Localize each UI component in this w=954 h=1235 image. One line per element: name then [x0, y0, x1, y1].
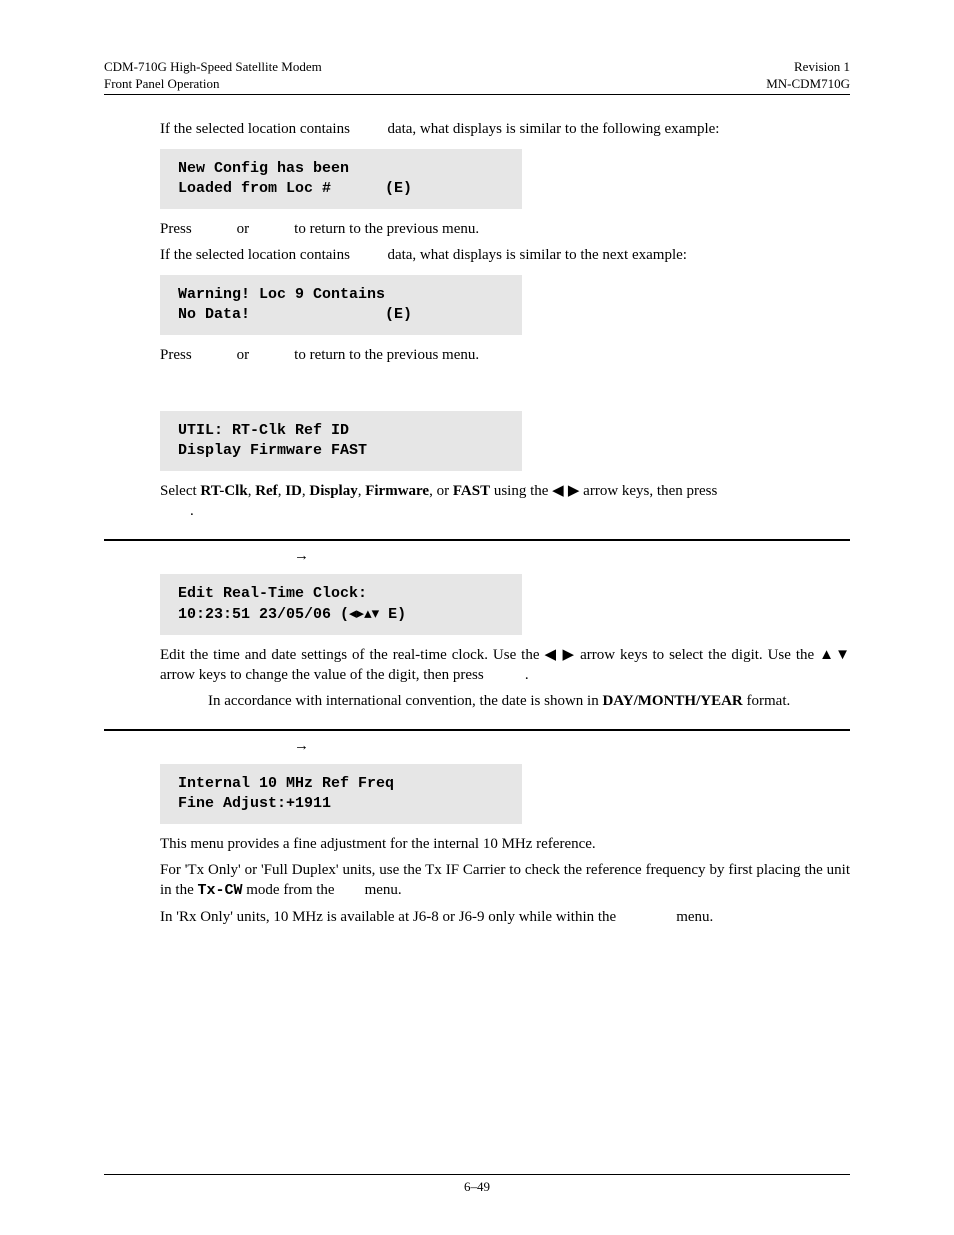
page-number: 6–49	[0, 1179, 954, 1195]
lcd-box-warning: Warning! Loc 9 Contains No Data! (E)	[160, 275, 522, 335]
lcd-box-ref-freq: Internal 10 MHz Ref Freq Fine Adjust:+19…	[160, 764, 522, 824]
header-rule	[104, 94, 850, 95]
lcd-box-rtclock: Edit Real-Time Clock: 10:23:51 23/05/06 …	[160, 574, 522, 635]
left-right-arrow-icon: ◀ ▶	[544, 646, 575, 663]
header-left-line1: CDM-710G High-Speed Satellite Modem	[104, 59, 322, 74]
paragraph-no-data: If the selected location contains data, …	[160, 245, 850, 265]
page-footer: 6–49	[0, 1174, 954, 1195]
arrow-group-icon: ◂▸▴▾	[349, 605, 379, 622]
paragraph-select-util: Select RT-Clk, Ref, ID, Display, Firmwar…	[160, 481, 850, 521]
header-right-line1: Revision 1	[794, 59, 850, 74]
lcd-box-util: UTIL: RT-Clk Ref ID Display Firmware FAS…	[160, 411, 522, 471]
paragraph-rx-only: In 'Rx Only' units, 10 MHz is available …	[160, 907, 850, 927]
right-arrow-icon: →	[294, 547, 309, 564]
heading-ref: →	[104, 737, 850, 754]
up-down-arrow-icon: ▲▼	[819, 646, 850, 663]
paragraph-tx-only: For 'Tx Only' or 'Full Duplex' units, us…	[160, 860, 850, 901]
section-rule-ref	[104, 729, 850, 731]
paragraph-valid-data: If the selected location contains data, …	[160, 119, 850, 139]
heading-rtclk: →	[104, 547, 850, 564]
section-rule-rtclk	[104, 539, 850, 541]
paragraph-fine-adjust: This menu provides a fine adjustment for…	[160, 834, 850, 854]
header-left-line2: Front Panel Operation	[104, 76, 220, 91]
paragraph-press-return-1: Press or to return to the previous menu.	[160, 219, 850, 239]
lcd-box-new-config: New Config has been Loaded from Loc # (E…	[160, 149, 522, 209]
paragraph-edit-clock: Edit the time and date settings of the r…	[160, 645, 850, 685]
header-right-line2: MN-CDM710G	[766, 76, 850, 91]
right-arrow-icon: →	[294, 737, 309, 754]
left-right-arrow-icon: ◀ ▶	[552, 482, 579, 499]
paragraph-date-format: In accordance with international convent…	[160, 691, 850, 711]
paragraph-press-return-2: Press or to return to the previous menu.	[160, 345, 850, 365]
